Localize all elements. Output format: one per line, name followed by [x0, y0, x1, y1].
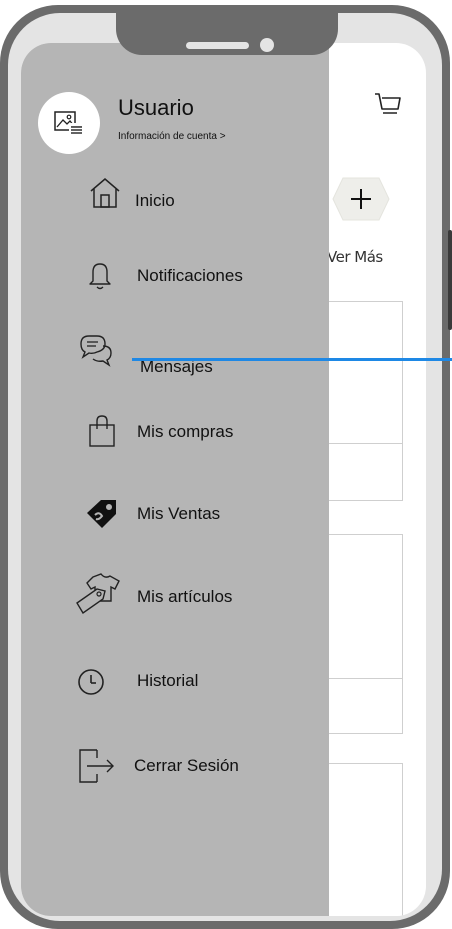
product-card[interactable]: [321, 763, 403, 916]
menu-label: Mis compras: [137, 422, 234, 441]
side-drawer: Usuario Información de cuenta > Inicio N…: [21, 43, 329, 916]
clock-icon: [78, 669, 104, 695]
user-name[interactable]: Usuario: [118, 95, 194, 121]
annotation-line: [132, 358, 452, 361]
menu-label: Notificaciones: [137, 266, 243, 285]
price-tag-icon: [87, 500, 116, 528]
speaker: [186, 42, 249, 49]
menu-label: Mis Ventas: [137, 504, 221, 523]
menu-label: Historial: [137, 671, 199, 690]
menu-item-historial[interactable]: Historial: [21, 663, 321, 707]
product-card[interactable]: [321, 678, 403, 734]
product-card[interactable]: [321, 443, 403, 501]
menu-item-cerrar-sesion[interactable]: Cerrar Sesión: [21, 744, 321, 788]
menu-item-notificaciones[interactable]: Notificaciones: [21, 255, 321, 299]
menu-item-inicio[interactable]: Inicio: [21, 176, 321, 220]
avatar[interactable]: [38, 92, 100, 154]
menu-label: Mis artículos: [137, 587, 233, 606]
chat-bubbles-icon: [80, 335, 112, 367]
screen: Ver Más Usuario Información de cuenta >: [21, 43, 426, 916]
image-placeholder-icon: [54, 111, 83, 136]
notch: [116, 5, 338, 55]
ver-mas-label[interactable]: Ver Más: [327, 248, 383, 266]
menu-label: Cerrar Sesión: [134, 756, 239, 775]
menu-item-mensajes[interactable]: Mensajes: [21, 333, 321, 377]
bell-icon: [89, 263, 111, 290]
menu-item-mis-ventas[interactable]: Mis Ventas: [21, 495, 321, 539]
menu-item-mis-articulos[interactable]: Mis artículos: [21, 573, 321, 619]
plus-icon[interactable]: [331, 176, 391, 222]
clothing-tag-icon: [76, 573, 120, 615]
home-icon: [90, 178, 120, 208]
side-button: [448, 230, 452, 330]
camera: [260, 38, 274, 52]
cart-icon[interactable]: [371, 87, 405, 121]
phone-frame: Ver Más Usuario Información de cuenta >: [0, 5, 452, 929]
logout-icon: [79, 749, 114, 783]
menu-label: Inicio: [135, 191, 175, 210]
menu-item-mis-compras[interactable]: Mis compras: [21, 412, 321, 456]
shopping-bag-icon: [89, 415, 115, 447]
account-info-link[interactable]: Información de cuenta >: [118, 131, 226, 142]
